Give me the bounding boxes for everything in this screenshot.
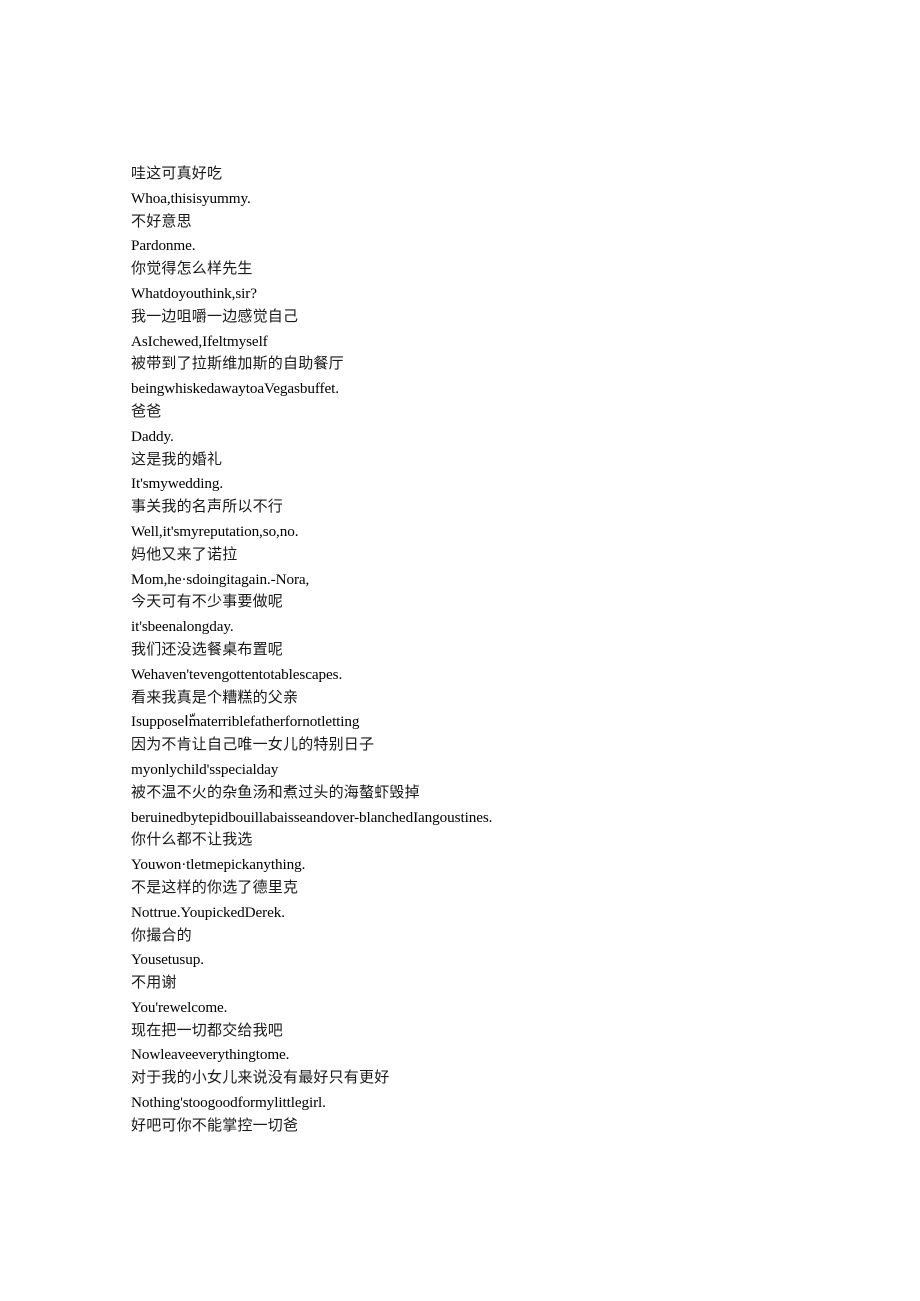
transcript-line-en: You'rewelcome. [131, 998, 228, 1016]
transcript-line-zh: 看来我真是个糟糕的父亲 [131, 689, 299, 706]
transcript-line-en: AsIchewed,Ifeltmyself [131, 332, 268, 350]
transcript-line-zh: 被不温不火的杂鱼汤和煮过头的海螯虾毁掉 [131, 784, 420, 801]
document-page: 哇这可真好吃 Whoa,thisisyummy. 不好意思 Pardonme. 你觉得怎… [0, 0, 920, 1301]
transcript-line-zh: 不好意思 [131, 213, 192, 230]
transcript-line-en: IsupposeIّmaterriblefatherfornotletting [131, 713, 360, 731]
transcript-line-zh: 好吧可你不能掌控一切爸 [131, 1117, 299, 1134]
transcript-line-zh: 这是我的婚礼 [131, 451, 223, 468]
transcript-line-en: Nottrue.YoupickedDerek. [131, 903, 285, 921]
transcript-line-zh: 事关我的名声所以不行 [131, 499, 284, 516]
transcript-line-zh: 你什么都不让我选 [131, 832, 253, 849]
transcript-line-en: Youwon·tletmepickanything. [131, 856, 306, 874]
transcript-line-en: Nothing'stoogoodformylittlegirl. [131, 1094, 326, 1112]
transcript-line-zh: 今天可有不少事要做呢 [131, 594, 284, 611]
transcript-line-zh: 对于我的小女儿来说没有最好只有更好 [131, 1070, 390, 1087]
transcript-line-zh: 因为不肯让自己唯一女儿的特别日子 [131, 737, 375, 754]
transcript-line-zh: 你觉得怎么样先生 [131, 261, 253, 278]
transcript-line-zh: 妈他又来了诺拉 [131, 546, 238, 563]
transcript-line-en: beingwhiskedawaytoaVegasbuffet. [131, 380, 339, 398]
transcript-line-en: Yousetusup. [131, 951, 204, 969]
transcript-line-en: Whoa,thisisyummy. [131, 189, 251, 207]
transcript-line-en: Daddy. [131, 427, 174, 445]
transcript-line-en: Nowleaveeverythingtome. [131, 1046, 290, 1064]
transcript-line-en: Wehaven'tevengottentotablescapes. [131, 665, 343, 683]
transcript-line-zh: 你撮合的 [131, 927, 192, 944]
transcript-line-zh: 不用谢 [131, 975, 177, 992]
transcript-line-zh: 我一边咀嚼一边感觉自己 [131, 308, 299, 325]
transcript-line-en: Mom,he·sdoingitagain.-Nora, [131, 570, 310, 588]
transcript-line-en: myonlychild'sspecialday [131, 760, 279, 778]
transcript-line-zh: 被带到了拉斯维加斯的自助餐厅 [131, 356, 344, 373]
transcript-line-zh: 哇这可真好吃 [131, 166, 223, 182]
transcript-line-zh: 不是这样的你选了德里克 [131, 879, 299, 896]
transcript-line-zh: 我们还没选餐桌布置呢 [131, 641, 284, 658]
transcript-line-en: beruinedbytepidbouillabaisseandover-blan… [131, 808, 493, 826]
transcript-line-en: Well,it'smyreputation,so,no. [131, 522, 299, 540]
transcript-line-en: Pardonme. [131, 237, 196, 255]
transcript-line-en: it'sbeenalongday. [131, 618, 234, 636]
transcript-line-zh: 爸爸 [131, 403, 162, 420]
transcript-line-zh: 现在把一切都交给我吧 [131, 1022, 284, 1039]
transcript-line-en: Whatdoyouthink,sir? [131, 284, 257, 302]
transcript-text-block: 哇这可真好吃 Whoa,thisisyummy. 不好意思 Pardonme. 你觉得怎… [131, 163, 851, 1139]
transcript-line-en: It'smywedding. [131, 475, 224, 493]
